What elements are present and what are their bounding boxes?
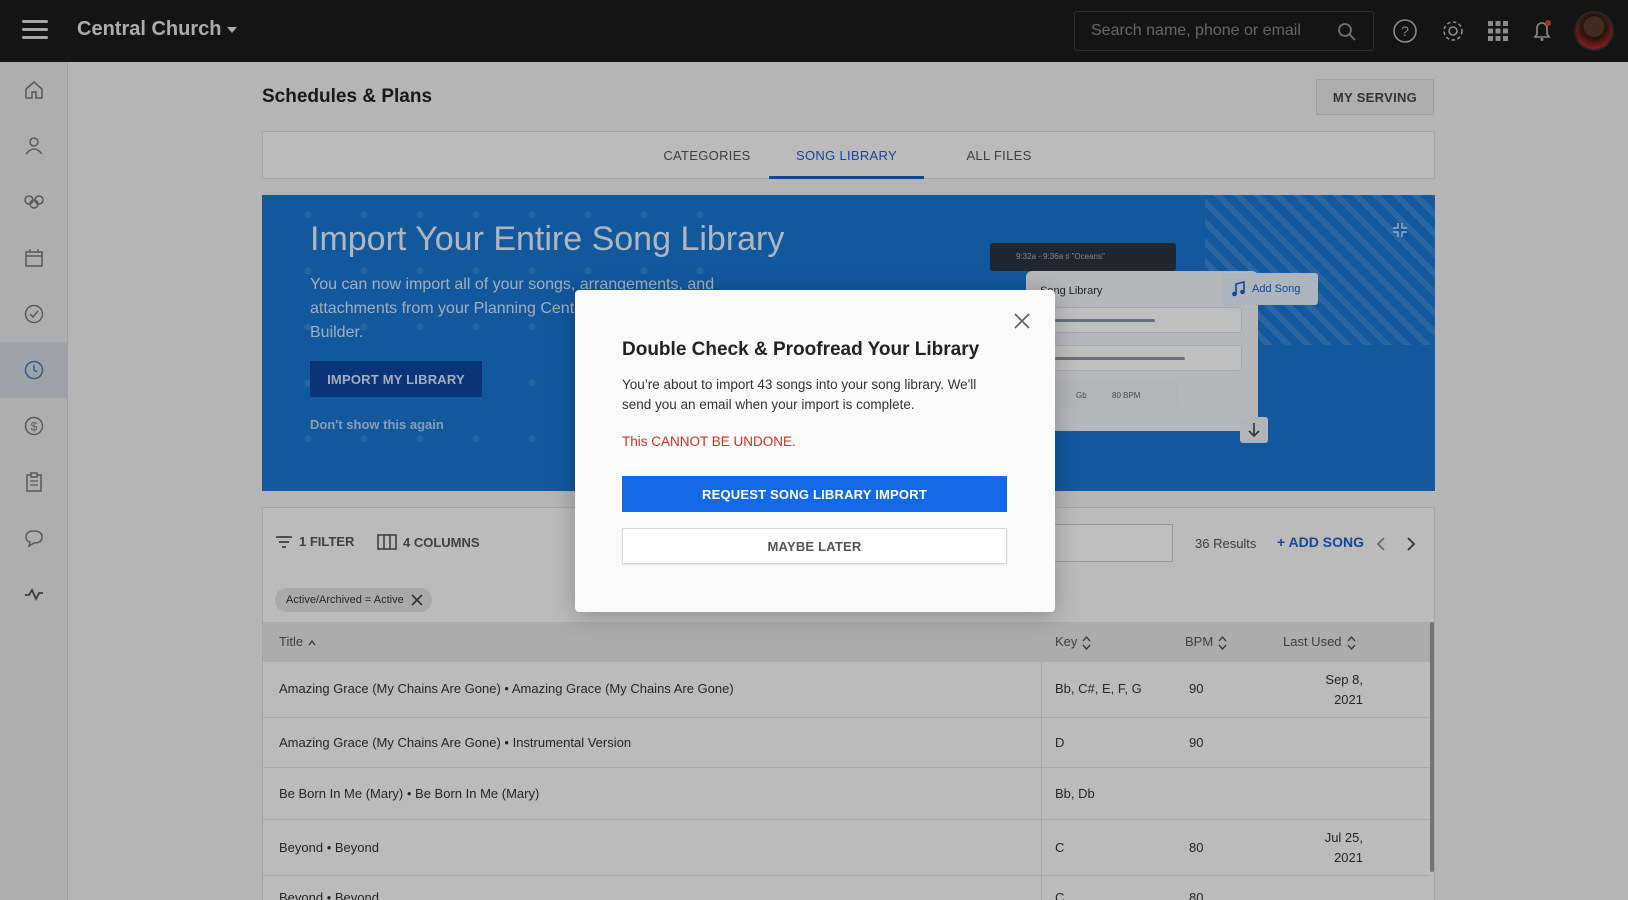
close-icon[interactable] [1013,312,1031,330]
maybe-later-button[interactable]: MAYBE LATER [622,528,1007,564]
request-import-button[interactable]: REQUEST SONG LIBRARY IMPORT [622,476,1007,512]
modal-warning: This CANNOT BE UNDONE. [622,434,796,449]
modal-body: You’re about to import 43 songs into you… [622,377,977,412]
modal-title: Double Check & Proofread Your Library [622,339,980,360]
import-confirm-modal: Double Check & Proofread Your Library Yo… [575,290,1055,612]
